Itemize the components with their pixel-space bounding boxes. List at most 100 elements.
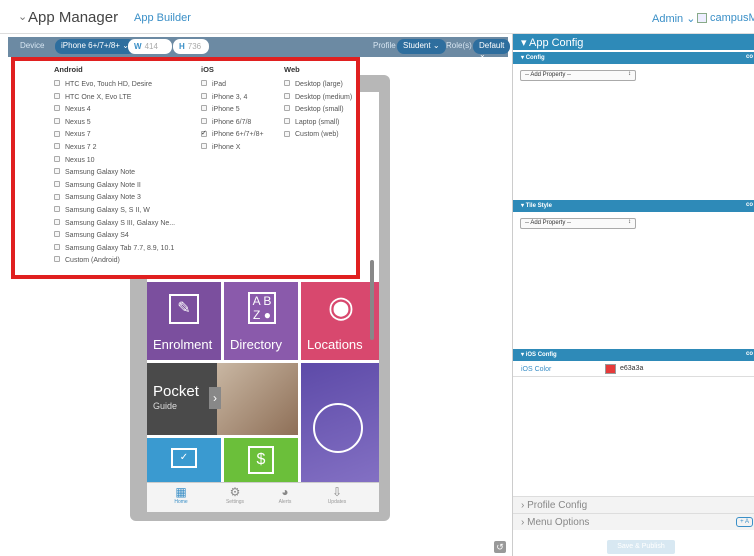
checkbox[interactable]: [54, 168, 60, 175]
tab-label: Settings: [225, 499, 245, 505]
checkbox[interactable]: [201, 117, 207, 124]
role-select[interactable]: Default ⌄: [473, 39, 511, 59]
checkbox[interactable]: [54, 143, 60, 150]
menu-options-accordion[interactable]: › Menu Options + A: [513, 513, 754, 530]
device-option[interactable]: iPhone 6+/7+/8+: [201, 128, 264, 142]
device-select[interactable]: iPhone 6+/7+/8+ ⌄: [55, 39, 135, 54]
checkbox[interactable]: [54, 256, 60, 263]
checkbox[interactable]: [54, 206, 60, 213]
device-option[interactable]: Laptop (small): [284, 117, 352, 130]
height-input[interactable]: H 736: [173, 39, 209, 54]
config-section-header[interactable]: ▾ Config co: [513, 52, 754, 64]
column-title: Android: [54, 65, 83, 74]
admin-menu[interactable]: Admin ⌄: [652, 12, 695, 25]
tab-alerts[interactable]: ◕ Alerts: [261, 485, 309, 505]
account-menu[interactable]: campusM⌄: [697, 11, 754, 24]
checkbox[interactable]: [54, 155, 60, 162]
device-option[interactable]: Desktop (small): [284, 104, 352, 117]
role-value: Default: [479, 41, 505, 50]
refresh-icon[interactable]: ↺: [494, 541, 506, 553]
checkbox[interactable]: [201, 143, 207, 150]
device-option[interactable]: HTC Evo, Touch HD, Desire: [54, 79, 175, 92]
chevron-down-icon: ▾: [521, 55, 525, 61]
checkbox[interactable]: [284, 130, 290, 137]
device-option[interactable]: Nexus 7 2: [54, 142, 175, 155]
device-option[interactable]: Samsung Galaxy S, S II, W: [54, 205, 175, 218]
device-option[interactable]: HTC One X, Evo LTE: [54, 92, 175, 105]
device-option[interactable]: Samsung Galaxy Note II: [54, 180, 175, 193]
tab-home[interactable]: ▦ Home: [157, 485, 205, 505]
checkbox[interactable]: [54, 180, 60, 187]
device-option[interactable]: Custom (web): [284, 129, 352, 142]
directory-icon: A BZ ●: [248, 292, 276, 324]
checkbox[interactable]: [54, 92, 60, 99]
profile-label: Profile: [373, 41, 396, 50]
tile-style-section-header[interactable]: ▾ Tile Style co: [513, 200, 754, 212]
rotate-icon[interactable]: ↻: [158, 40, 166, 51]
add-property-select[interactable]: -- Add Property -- ↕: [520, 70, 636, 81]
tab-label: Updates: [327, 499, 347, 505]
device-option[interactable]: Desktop (large): [284, 79, 352, 92]
checkbox[interactable]: [201, 128, 207, 140]
app-config-header[interactable]: ▾ App Config: [513, 34, 754, 50]
profile-select[interactable]: Student ⌄: [397, 39, 446, 54]
device-option-label: Nexus 10: [65, 156, 95, 164]
device-option[interactable]: Samsung Galaxy Tab 7.7, 8.9, 10.1: [54, 243, 175, 256]
checkbox[interactable]: [284, 105, 290, 112]
ios-config-section-header[interactable]: ▾ iOS Config co: [513, 349, 754, 361]
device-option[interactable]: Samsung Galaxy Note 3: [54, 192, 175, 205]
ios-color-swatch[interactable]: [605, 364, 616, 374]
checkbox[interactable]: [54, 193, 60, 200]
device-option[interactable]: Desktop (medium): [284, 92, 352, 105]
checkbox[interactable]: [54, 218, 60, 225]
save-publish-button[interactable]: Save & Publish: [607, 540, 675, 554]
device-option[interactable]: iPhone X: [201, 142, 264, 155]
device-option[interactable]: Samsung Galaxy S4: [54, 230, 175, 243]
add-menu-option-button[interactable]: + A: [736, 517, 753, 527]
app-builder-link[interactable]: App Builder: [134, 12, 191, 24]
tile-locations[interactable]: ◉ Locations: [301, 282, 379, 360]
checkbox[interactable]: [54, 117, 60, 124]
tile-enrolment[interactable]: ✎ Enrolment: [147, 282, 221, 360]
device-option[interactable]: Custom (Android): [54, 255, 175, 268]
device-option[interactable]: iPhone 5: [201, 104, 264, 117]
checkbox[interactable]: [284, 80, 290, 87]
checkbox[interactable]: [54, 80, 60, 87]
device-option[interactable]: iPhone 6/7/8: [201, 117, 264, 130]
device-option-label: iPhone 3, 4: [212, 93, 248, 101]
chevron-down-icon[interactable]: ⌄: [18, 10, 27, 23]
checkbox[interactable]: [201, 105, 207, 112]
ios-color-row: iOS Color e63a3a: [513, 363, 754, 377]
checkbox[interactable]: [201, 92, 207, 99]
checkbox[interactable]: [284, 92, 290, 99]
tile-pocket-guide[interactable]: Pocket Guide ›: [147, 363, 298, 435]
device-option[interactable]: Nexus 5: [54, 117, 175, 130]
device-option[interactable]: Nexus 10: [54, 155, 175, 168]
tab-settings[interactable]: ⚙ Settings: [211, 485, 259, 505]
device-option-label: Samsung Galaxy S III, Galaxy Ne...: [65, 219, 176, 227]
device-option-label: Custom (web): [295, 131, 339, 139]
device-option[interactable]: iPhone 3, 4: [201, 92, 264, 105]
device-option-label: Nexus 5: [65, 118, 91, 126]
device-option[interactable]: Nexus 4: [54, 104, 175, 117]
phone-scrollbar[interactable]: [370, 260, 374, 340]
checkbox[interactable]: [54, 130, 60, 137]
height-value: 736: [187, 42, 202, 51]
device-option[interactable]: Samsung Galaxy Note: [54, 167, 175, 180]
checkbox[interactable]: [54, 243, 60, 250]
tile-directory[interactable]: A BZ ● Directory: [224, 282, 298, 360]
device-dropdown: Android HTC Evo, Touch HD, Desire HTC One…: [11, 57, 360, 279]
profile-config-accordion[interactable]: › Profile Config: [513, 496, 754, 513]
ios-color-label: iOS Color: [521, 366, 552, 373]
checkbox[interactable]: [284, 117, 290, 124]
checkbox[interactable]: [201, 80, 207, 87]
tab-updates[interactable]: ⇩ Updates: [313, 485, 361, 505]
add-property-select[interactable]: -- Add Property -- ↕: [520, 218, 636, 229]
checkbox[interactable]: [54, 231, 60, 238]
ios-color-value[interactable]: e63a3a: [620, 365, 643, 372]
device-option[interactable]: Nexus 7: [54, 129, 175, 142]
device-option[interactable]: Samsung Galaxy S III, Galaxy Ne...: [54, 218, 175, 231]
admin-label: Admin: [652, 13, 684, 25]
checkbox[interactable]: [54, 105, 60, 112]
device-option[interactable]: iPad: [201, 79, 264, 92]
